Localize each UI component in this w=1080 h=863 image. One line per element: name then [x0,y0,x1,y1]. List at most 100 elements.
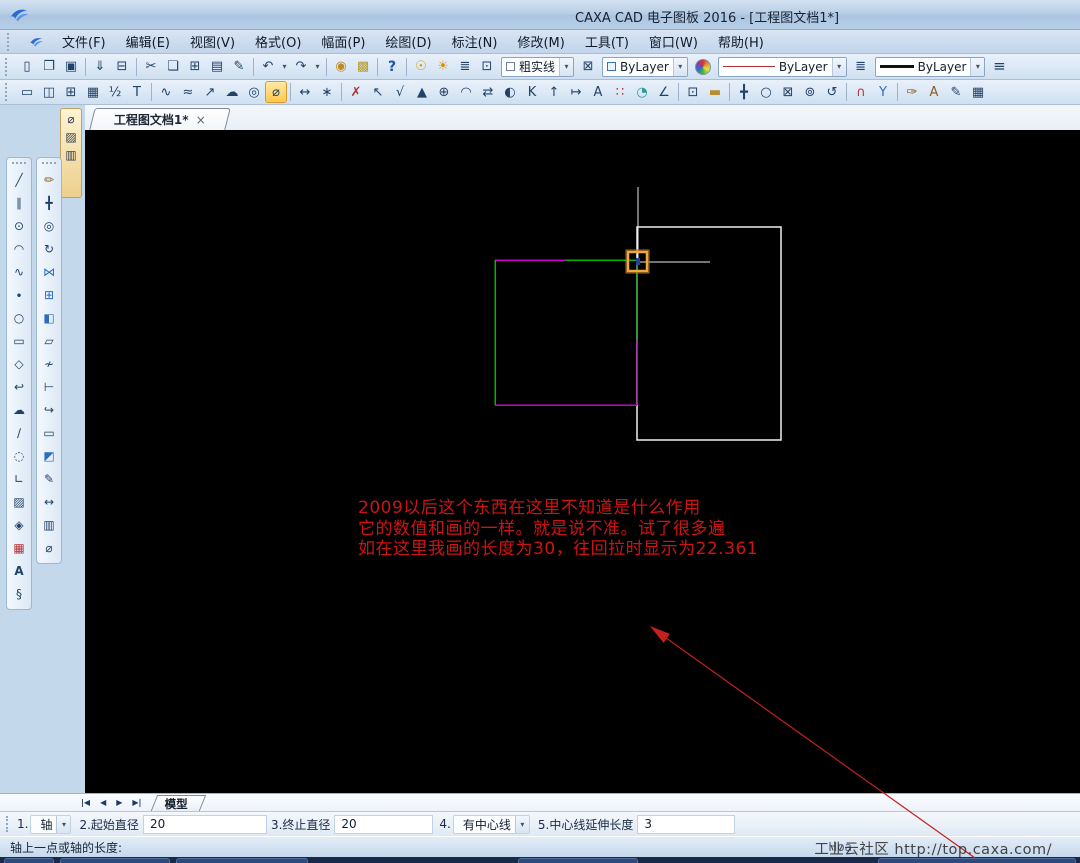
standard-toolbar-grip[interactable] [5,57,11,76]
polygon-icon[interactable]: ◇ [9,353,30,374]
dimension-convert-icon[interactable]: ↦ [565,81,587,103]
divider[interactable] [338,81,345,103]
menu-edit[interactable]: 编辑(E) [116,29,180,54]
linear-dimension-icon[interactable]: ↔ [294,81,316,103]
divider[interactable] [148,81,155,103]
eraser-icon[interactable]: ✏ [39,169,60,190]
divider[interactable] [250,56,257,78]
zoom-all-icon[interactable]: ⊚ [799,81,821,103]
parallel-line-icon[interactable]: ∥ [9,192,30,213]
immediate-menu-grip[interactable] [6,816,11,832]
dimension-drag-icon[interactable]: ↔ [39,491,60,512]
cursor-snap-icon[interactable]: Y [872,81,894,103]
sheet-icon[interactable]: ▥ [39,514,60,535]
undo-icon[interactable]: ↶ [257,56,279,78]
color-combo-arrow-icon[interactable]: ▾ [672,57,687,76]
format-painter-icon[interactable]: ✎ [228,56,250,78]
lineweight-list-icon[interactable]: ≣ [850,56,872,78]
divider[interactable] [133,56,140,78]
copy-with-basepoint-icon[interactable]: ⊞ [184,56,206,78]
cloud-line-icon[interactable]: ☁ [221,81,243,103]
label-icon[interactable]: ◈ [9,514,30,535]
drawing-canvas[interactable]: 2009以后这个东西在这里不知道是什么作用 它的数值和画的一样。就是说不准。试了… [85,130,1080,793]
rectangle-icon[interactable]: ▭ [9,330,30,351]
angle-dimension-icon[interactable]: ∠ [653,81,675,103]
roughness-icon[interactable]: √ [389,81,411,103]
text-icon[interactable]: A [9,560,30,581]
cut-icon[interactable]: ✂ [140,56,162,78]
help-icon[interactable]: ? [381,56,403,78]
undo-dropdown-icon[interactable]: ▾ [279,56,290,78]
move-icon[interactable]: ╋ [39,192,60,213]
stretch-icon[interactable]: ▱ [39,330,60,351]
redo-icon[interactable]: ↷ [290,56,312,78]
wavy-line-icon[interactable]: ∿ [155,81,177,103]
shaft-mini-icon[interactable]: ⌀ [39,537,60,558]
menu-format[interactable]: 格式(O) [245,29,311,54]
magnet-snap-icon[interactable]: ∩ [850,81,872,103]
pan-icon[interactable]: ╋ [733,81,755,103]
shaft-type-dropdown[interactable]: 轴 ▾ [30,814,72,834]
drawing-toolbar-grip[interactable] [5,83,11,101]
shaft-tool-icon[interactable]: ⌀ [265,81,287,103]
sheet-settings-icon[interactable]: ▦ [967,81,989,103]
quadrant-circle-icon[interactable]: ◔ [631,81,653,103]
center-hole-icon[interactable]: ◐ [499,81,521,103]
circle-icon[interactable]: ⊙ [9,215,30,236]
leader-icon[interactable]: ↖ [367,81,389,103]
centerline-arrow-icon[interactable]: ▾ [514,815,529,833]
color-wheel-icon[interactable] [694,58,711,75]
save-icon[interactable]: ▣ [60,56,82,78]
array-icon[interactable]: ⊞ [39,284,60,305]
model-sheet-tab[interactable]: 模型 [151,794,207,811]
redo-dropdown-icon[interactable]: ▾ [312,56,323,78]
text-tolerance-icon[interactable]: A [587,81,609,103]
lamp-icon[interactable]: ☉ [410,56,432,78]
menu-window[interactable]: 窗口(W) [639,29,708,54]
title-block-icon[interactable]: ⊞ [60,81,82,103]
mirror-icon[interactable]: ⋈ [39,261,60,282]
first-sheet-button[interactable]: |◀ [76,796,95,809]
crop-icon[interactable]: ▭ [39,422,60,443]
color-combo[interactable]: ByLayer ▾ [602,56,688,77]
doc-protect-icon[interactable]: ▩ [352,56,374,78]
lineweight-combo-arrow-icon[interactable]: ▾ [970,57,985,76]
property-brush-icon[interactable]: ✑ [901,81,923,103]
menu-dimension[interactable]: 标注(N) [442,29,508,54]
layer-combo[interactable]: 粗实线 ▾ [501,56,575,77]
centerline-dropdown[interactable]: 有中心线 ▾ [452,814,530,834]
menu-draw[interactable]: 绘图(D) [375,29,441,54]
toolbar-overflow-icon[interactable]: ≡ [988,56,1010,78]
menu-file[interactable]: 文件(F) [52,29,116,54]
hatch-icon[interactable]: ▨ [9,491,30,512]
tolerance-icon[interactable]: ⊕ [433,81,455,103]
layer-settings-icon[interactable]: ⊠ [577,56,599,78]
shaft-flyout-icon[interactable]: ⌀ [67,112,74,126]
bom-table-icon[interactable]: T [126,81,148,103]
zoom-window-icon[interactable]: ⊠ [777,81,799,103]
new-file-icon[interactable]: ▯ [16,56,38,78]
divider[interactable] [675,81,682,103]
menu-modify[interactable]: 修改(M) [507,29,574,54]
line-icon[interactable]: ╱ [9,169,30,190]
zoom-icon[interactable]: ○ [755,81,777,103]
menu-tools[interactable]: 工具(T) [575,29,639,54]
select-edit-icon[interactable]: ✎ [945,81,967,103]
datum-icon[interactable]: ▲ [411,81,433,103]
coordinate-dimension-icon[interactable]: ∗ [316,81,338,103]
hole-mark-icon[interactable]: ◎ [243,81,265,103]
zoom-previous-icon[interactable]: ↺ [821,81,843,103]
lineweight-combo[interactable]: ByLayer ▾ [874,56,986,77]
trim-corner-icon[interactable]: ✗ [345,81,367,103]
trim-icon[interactable]: ≁ [39,353,60,374]
divider[interactable] [726,81,733,103]
layer-combo-arrow-icon[interactable]: ▾ [559,57,574,76]
raise-dimension-icon[interactable]: ↑ [543,81,565,103]
divider[interactable] [374,56,381,78]
grid-flyout-icon[interactable]: ▥ [65,148,76,162]
tab-close-icon[interactable]: × [196,113,206,127]
break-icon[interactable]: ↪ [39,399,60,420]
revolve-icon[interactable]: ◌ [9,445,30,466]
scale-icon[interactable]: ◧ [39,307,60,328]
double-break-line-icon[interactable]: ≈ [177,81,199,103]
